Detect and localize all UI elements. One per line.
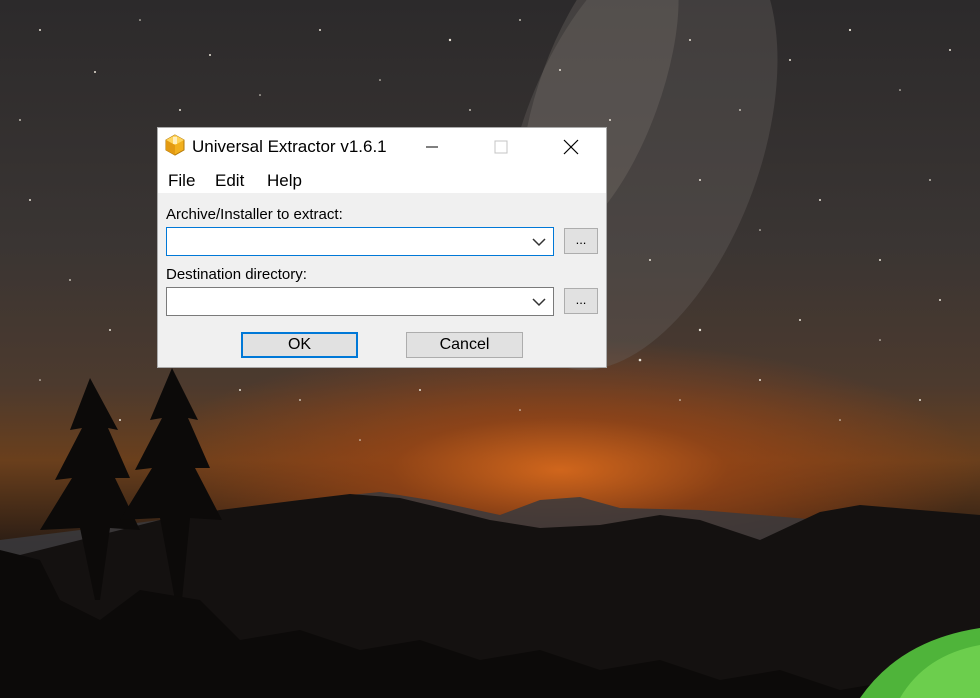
chevron-down-icon[interactable]	[532, 238, 546, 247]
close-button[interactable]	[548, 128, 594, 165]
universal-extractor-app-icon	[165, 134, 185, 156]
archive-combobox[interactable]	[166, 227, 554, 256]
destination-label: Destination directory:	[166, 266, 307, 283]
menu-edit[interactable]: Edit	[215, 171, 244, 191]
archive-browse-button[interactable]: ...	[564, 228, 598, 254]
ok-button[interactable]: OK	[241, 332, 358, 358]
archive-label: Archive/Installer to extract:	[166, 206, 343, 223]
window-title: Universal Extractor v1.6.1	[192, 137, 387, 156]
cancel-button[interactable]: Cancel	[406, 332, 523, 358]
universal-extractor-window: Universal Extractor v1.6.1 File Edit Hel…	[157, 127, 607, 368]
archive-input[interactable]	[169, 230, 523, 252]
destination-browse-button[interactable]: ...	[564, 288, 598, 314]
menu-file[interactable]: File	[168, 171, 195, 191]
chevron-down-icon[interactable]	[532, 298, 546, 307]
title-bar[interactable]: Universal Extractor v1.6.1	[158, 128, 606, 165]
maximize-button[interactable]	[478, 128, 524, 165]
menu-bar: File Edit Help	[158, 165, 606, 193]
minimize-button[interactable]	[409, 128, 455, 165]
close-icon	[563, 139, 579, 155]
destination-input[interactable]	[169, 290, 523, 312]
menu-help[interactable]: Help	[267, 171, 302, 191]
minimize-icon	[426, 146, 438, 148]
maximize-icon	[494, 140, 508, 154]
destination-combobox[interactable]	[166, 287, 554, 316]
